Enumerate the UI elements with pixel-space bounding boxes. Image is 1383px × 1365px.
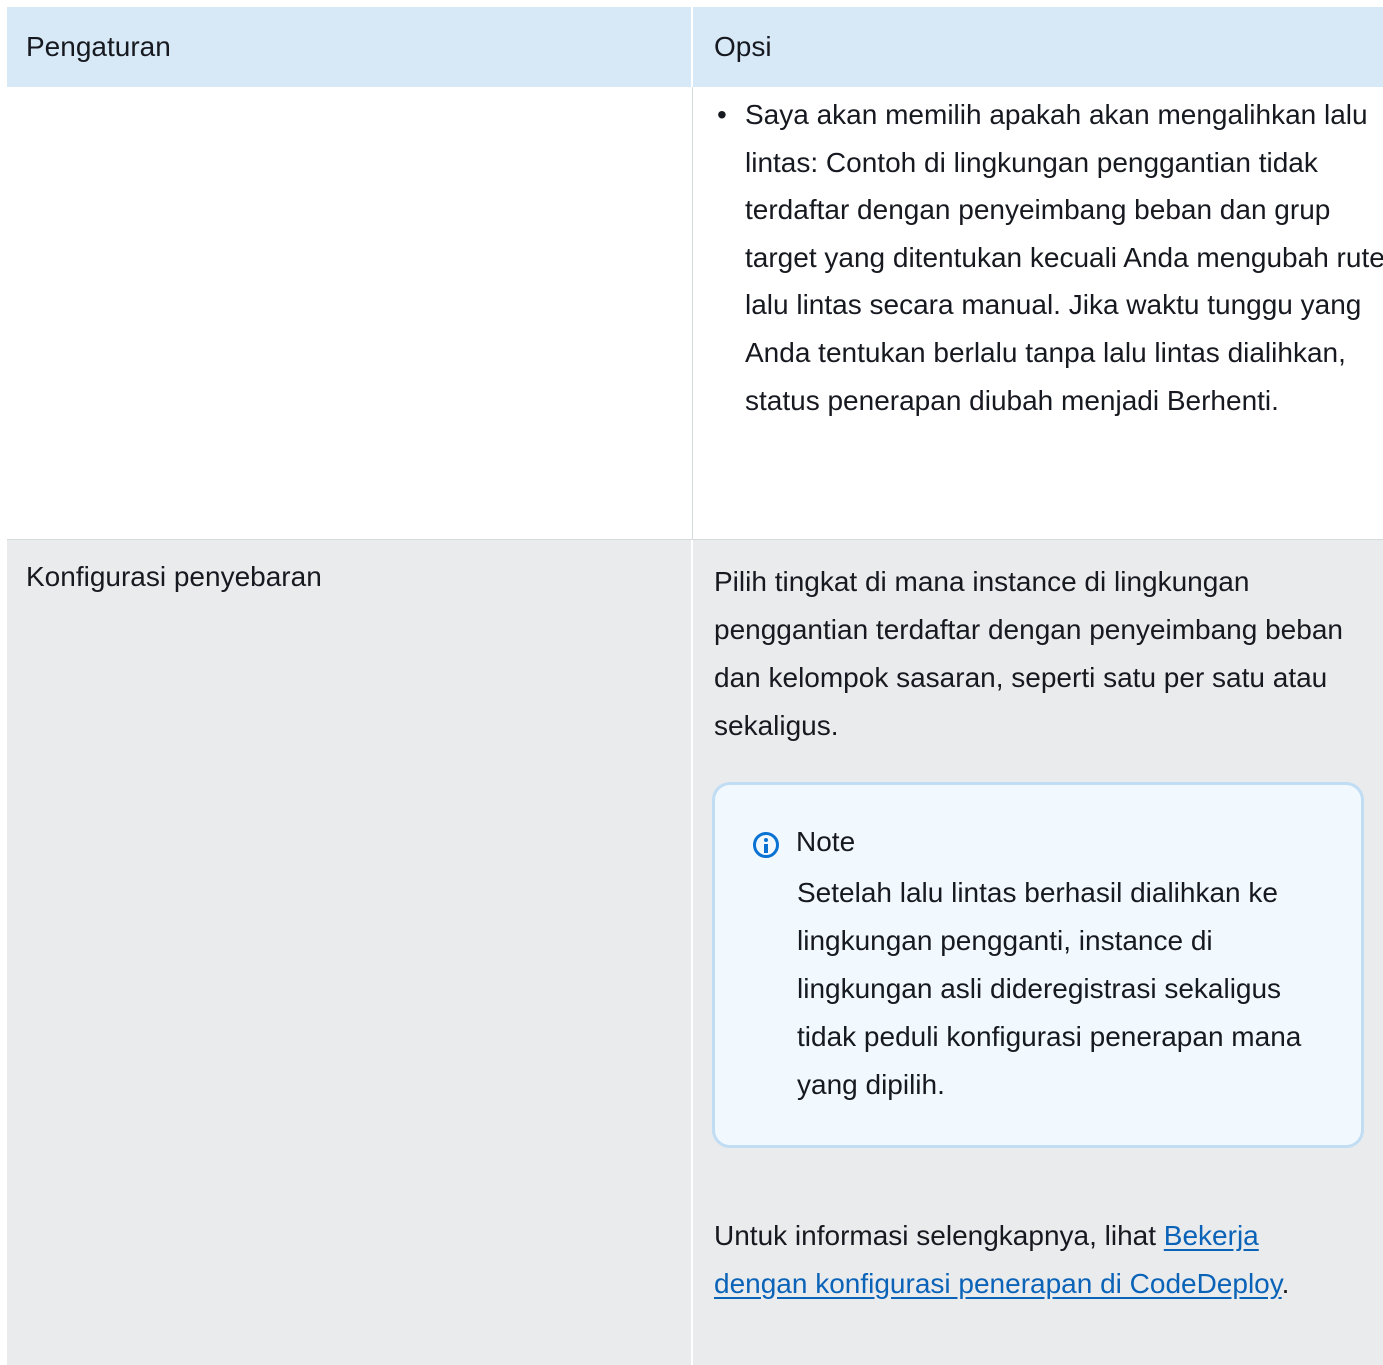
options-cell: Saya akan memilih apakah akan mengalihka… <box>693 87 1383 539</box>
more-info-suffix: . <box>1281 1268 1290 1299</box>
header-options: Opsi <box>714 31 772 62</box>
more-info-prefix: Untuk informasi selengkapnya, lihat <box>714 1220 1164 1251</box>
setting-cell <box>7 87 693 539</box>
note-callout: Note Setelah lalu lintas berhasil dialih… <box>712 782 1364 1148</box>
table-row: Saya akan memilih apakah akan mengalihka… <box>7 87 1383 540</box>
list-item: Saya akan memilih apakah akan mengalihka… <box>713 91 1383 424</box>
note-body: Setelah lalu lintas berhasil dialihkan k… <box>797 877 1302 1100</box>
options-list: Saya akan memilih apakah akan mengalihka… <box>713 91 1383 424</box>
info-icon <box>753 832 779 858</box>
option-description: Pilih tingkat di mana instance di lingku… <box>714 566 1343 741</box>
options-cell: Pilih tingkat di mana instance di lingku… <box>693 540 1383 1365</box>
settings-table: Pengaturan Opsi Saya akan memilih apakah… <box>7 7 1383 1365</box>
more-info-text: Untuk informasi selengkapnya, lihat Beke… <box>714 1212 1354 1308</box>
header-settings: Pengaturan <box>7 7 693 87</box>
setting-cell: Konfigurasi penyebaran <box>7 540 693 1365</box>
note-title: Note <box>796 826 856 857</box>
table-row: Konfigurasi penyebaran Pilih tingkat di … <box>7 540 1383 1365</box>
table-header-row: Pengaturan Opsi <box>7 7 1383 87</box>
note-header: Note <box>753 825 1361 859</box>
